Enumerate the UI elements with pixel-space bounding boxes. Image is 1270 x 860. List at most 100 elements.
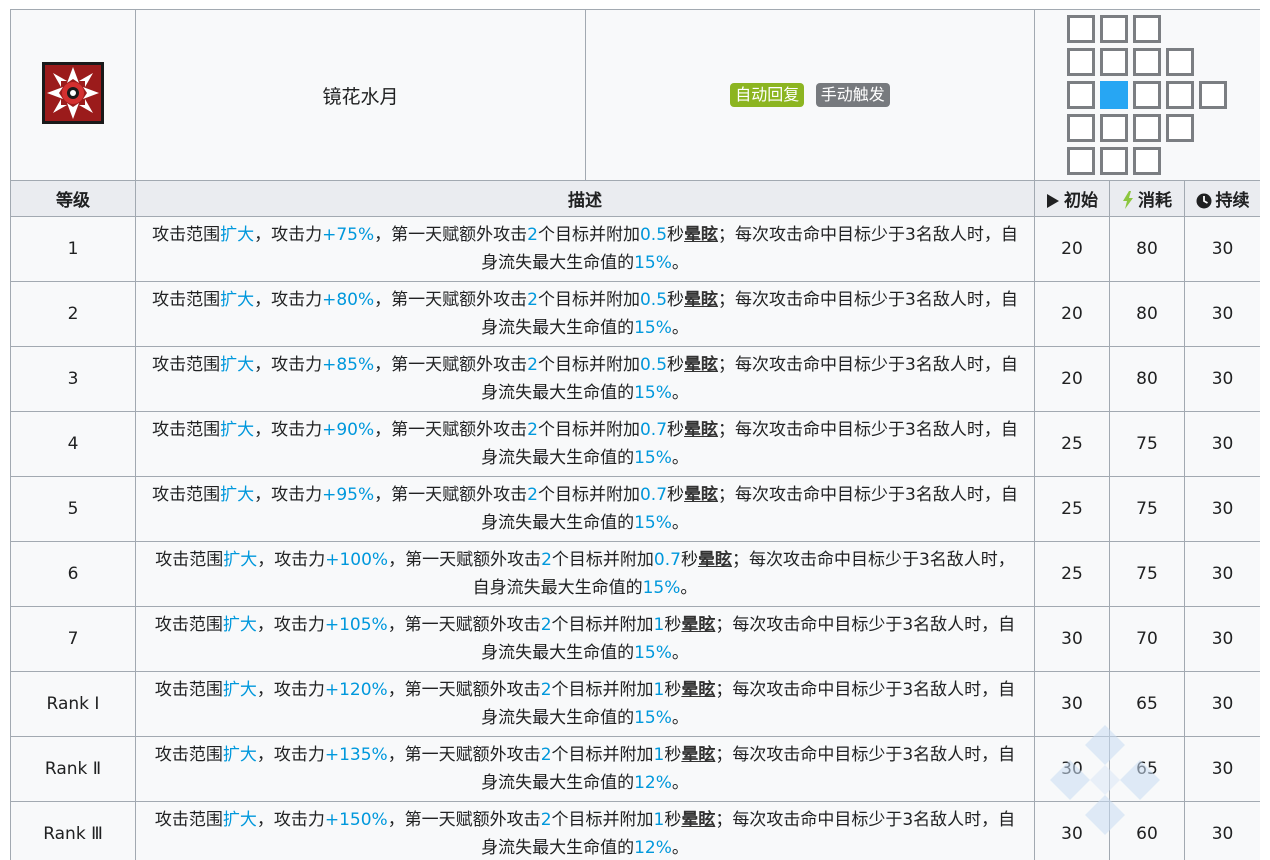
- stun-term-link[interactable]: 晕眩: [684, 290, 718, 310]
- hp-loss-value: 12%: [634, 838, 672, 858]
- atk-value: +90%: [322, 420, 375, 440]
- stun-value: 0.7: [653, 550, 681, 570]
- description-cell: 攻击范围扩大，攻击力+85%，第一天赋额外攻击2个目标并附加0.5秒晕眩；每次攻…: [135, 346, 1035, 412]
- stun-term-link[interactable]: 晕眩: [684, 355, 718, 375]
- atk-value: +150%: [324, 810, 388, 830]
- level-label: Rank Ⅰ: [10, 671, 136, 737]
- desc-text: 。: [671, 838, 689, 858]
- duration-header-label: 持续: [1215, 191, 1250, 211]
- level-row: 5 攻击范围扩大，攻击力+95%，第一天赋额外攻击2个目标并附加0.7秒晕眩；每次…: [10, 476, 1260, 542]
- desc-text: ，第一天赋额外攻击: [374, 485, 528, 505]
- atk-value: +75%: [322, 225, 375, 245]
- initial-value: 25: [1034, 541, 1110, 607]
- range-cell: [1133, 114, 1161, 142]
- cost-value: 80: [1109, 281, 1185, 347]
- level-row: 3 攻击范围扩大，攻击力+85%，第一天赋额外攻击2个目标并附加0.5秒晕眩；每次…: [10, 346, 1260, 412]
- range-cell: [1166, 114, 1194, 142]
- initial-value: 20: [1034, 346, 1110, 412]
- stun-term-link[interactable]: 晕眩: [681, 745, 715, 765]
- duration-value: 30: [1183, 671, 1260, 737]
- description-cell: 攻击范围扩大，攻击力+150%，第一天赋额外攻击2个目标并附加1秒晕眩；每次攻击…: [135, 801, 1035, 860]
- initial-value: 25: [1034, 476, 1110, 542]
- range-cell: [1133, 48, 1161, 76]
- description-cell: 攻击范围扩大，攻击力+135%，第一天赋额外攻击2个目标并附加1秒晕眩；每次攻击…: [135, 736, 1035, 802]
- level-label: 4: [10, 411, 136, 477]
- hp-loss-value: 15%: [634, 708, 672, 728]
- range-value: 扩大: [223, 550, 258, 570]
- desc-text: 个目标并附加: [551, 745, 654, 765]
- desc-text: ，攻击力: [254, 355, 323, 375]
- atk-value: +85%: [322, 355, 375, 375]
- initial-value: 30: [1034, 801, 1110, 860]
- range-cell: [1067, 147, 1095, 175]
- level-row: 6 攻击范围扩大，攻击力+100%，第一天赋额外攻击2个目标并附加0.7秒晕眩；每…: [10, 541, 1260, 607]
- desc-text: ，第一天赋额外攻击: [374, 225, 528, 245]
- level-label: 2: [10, 281, 136, 347]
- duration-value: 30: [1183, 541, 1260, 607]
- stun-value: 1: [653, 680, 665, 700]
- targets-value: 2: [527, 485, 538, 505]
- duration-value: 30: [1183, 801, 1260, 860]
- targets-value: 2: [527, 225, 538, 245]
- range-value: 扩大: [222, 680, 257, 700]
- targets-value: 2: [540, 680, 552, 700]
- cost-value: 80: [1109, 346, 1185, 412]
- cost-value: 75: [1109, 476, 1185, 542]
- stun-value: 0.7: [639, 485, 668, 505]
- stun-term-link[interactable]: 晕眩: [681, 615, 715, 635]
- stun-term-link[interactable]: 晕眩: [684, 420, 718, 440]
- desc-text: 。: [671, 643, 689, 663]
- desc-text: ，攻击力: [254, 485, 323, 505]
- initial-header-label: 初始: [1064, 191, 1098, 211]
- stun-term-link[interactable]: 晕眩: [684, 485, 718, 505]
- level-row: Rank Ⅱ 攻击范围扩大，攻击力+135%，第一天赋额外攻击2个目标并附加1秒晕…: [10, 736, 1260, 802]
- hp-loss-value: 15%: [634, 383, 672, 403]
- desc-text: ；每次攻击命中目标少于3名敌人时，自: [718, 355, 1018, 375]
- level-label: 1: [10, 216, 136, 282]
- stun-term-link[interactable]: 晕眩: [698, 550, 732, 570]
- stun-term-link[interactable]: 晕眩: [681, 810, 715, 830]
- initial-value: 20: [1034, 216, 1110, 282]
- targets-value: 2: [527, 420, 538, 440]
- duration-header: 持续: [1183, 180, 1260, 217]
- atk-value: +100%: [325, 550, 389, 570]
- description-cell: 攻击范围扩大，攻击力+120%，第一天赋额外攻击2个目标并附加1秒晕眩；每次攻击…: [135, 671, 1035, 737]
- desc-text: ；每次攻击命中目标少于3名敌人时，自: [718, 485, 1018, 505]
- desc-text: 个目标并附加: [537, 290, 640, 310]
- range-value: 扩大: [222, 810, 257, 830]
- description-header: 描述: [135, 180, 1035, 217]
- stun-value: 0.5: [639, 355, 668, 375]
- range-cell: [1100, 48, 1128, 76]
- desc-text: 秒: [667, 290, 685, 310]
- cost-value: 75: [1109, 411, 1185, 477]
- targets-value: 2: [540, 615, 552, 635]
- desc-text: 身流失最大生命值的: [481, 513, 635, 533]
- stun-term-link[interactable]: 晕眩: [681, 680, 715, 700]
- duration-value: 30: [1183, 216, 1260, 282]
- lightning-icon: [1123, 191, 1133, 209]
- stun-term-link[interactable]: 晕眩: [684, 225, 718, 245]
- range-value: 扩大: [220, 355, 255, 375]
- desc-text: ；每次攻击命中目标少于3名敌人时，自: [718, 290, 1018, 310]
- desc-text: 攻击范围: [152, 485, 221, 505]
- range-cell: [1100, 114, 1128, 142]
- desc-text: ，攻击力: [254, 420, 323, 440]
- attack-range-cell: [1033, 9, 1260, 181]
- initial-value: 30: [1034, 606, 1110, 672]
- desc-text: ，第一天赋额外攻击: [387, 745, 541, 765]
- skill-header-row: 镜花水月 自动回复 手动触发: [10, 9, 1260, 181]
- duration-value: 30: [1183, 736, 1260, 802]
- stun-value: 1: [653, 615, 665, 635]
- desc-text: ，攻击力: [257, 550, 326, 570]
- skill-table-container: 镜花水月 自动回复 手动触发 等级 描述 初始 消耗 持续 1 攻击范围扩大，攻击…: [10, 9, 1260, 860]
- level-row: Rank Ⅲ 攻击范围扩大，攻击力+150%，第一天赋额外攻击2个目标并附加1秒晕…: [10, 801, 1260, 860]
- level-row: 4 攻击范围扩大，攻击力+90%，第一天赋额外攻击2个目标并附加0.7秒晕眩；每次…: [10, 411, 1260, 477]
- auto-recovery-tag: 自动回复: [730, 83, 805, 107]
- range-value: 扩大: [220, 290, 255, 310]
- desc-text: 。: [671, 708, 689, 728]
- desc-text: 身流失最大生命值的: [481, 448, 635, 468]
- description-cell: 攻击范围扩大，攻击力+75%，第一天赋额外攻击2个目标并附加0.5秒晕眩；每次攻…: [135, 216, 1035, 282]
- desc-text: 个目标并附加: [551, 550, 654, 570]
- range-cell: [1166, 48, 1194, 76]
- desc-text: ，攻击力: [256, 615, 325, 635]
